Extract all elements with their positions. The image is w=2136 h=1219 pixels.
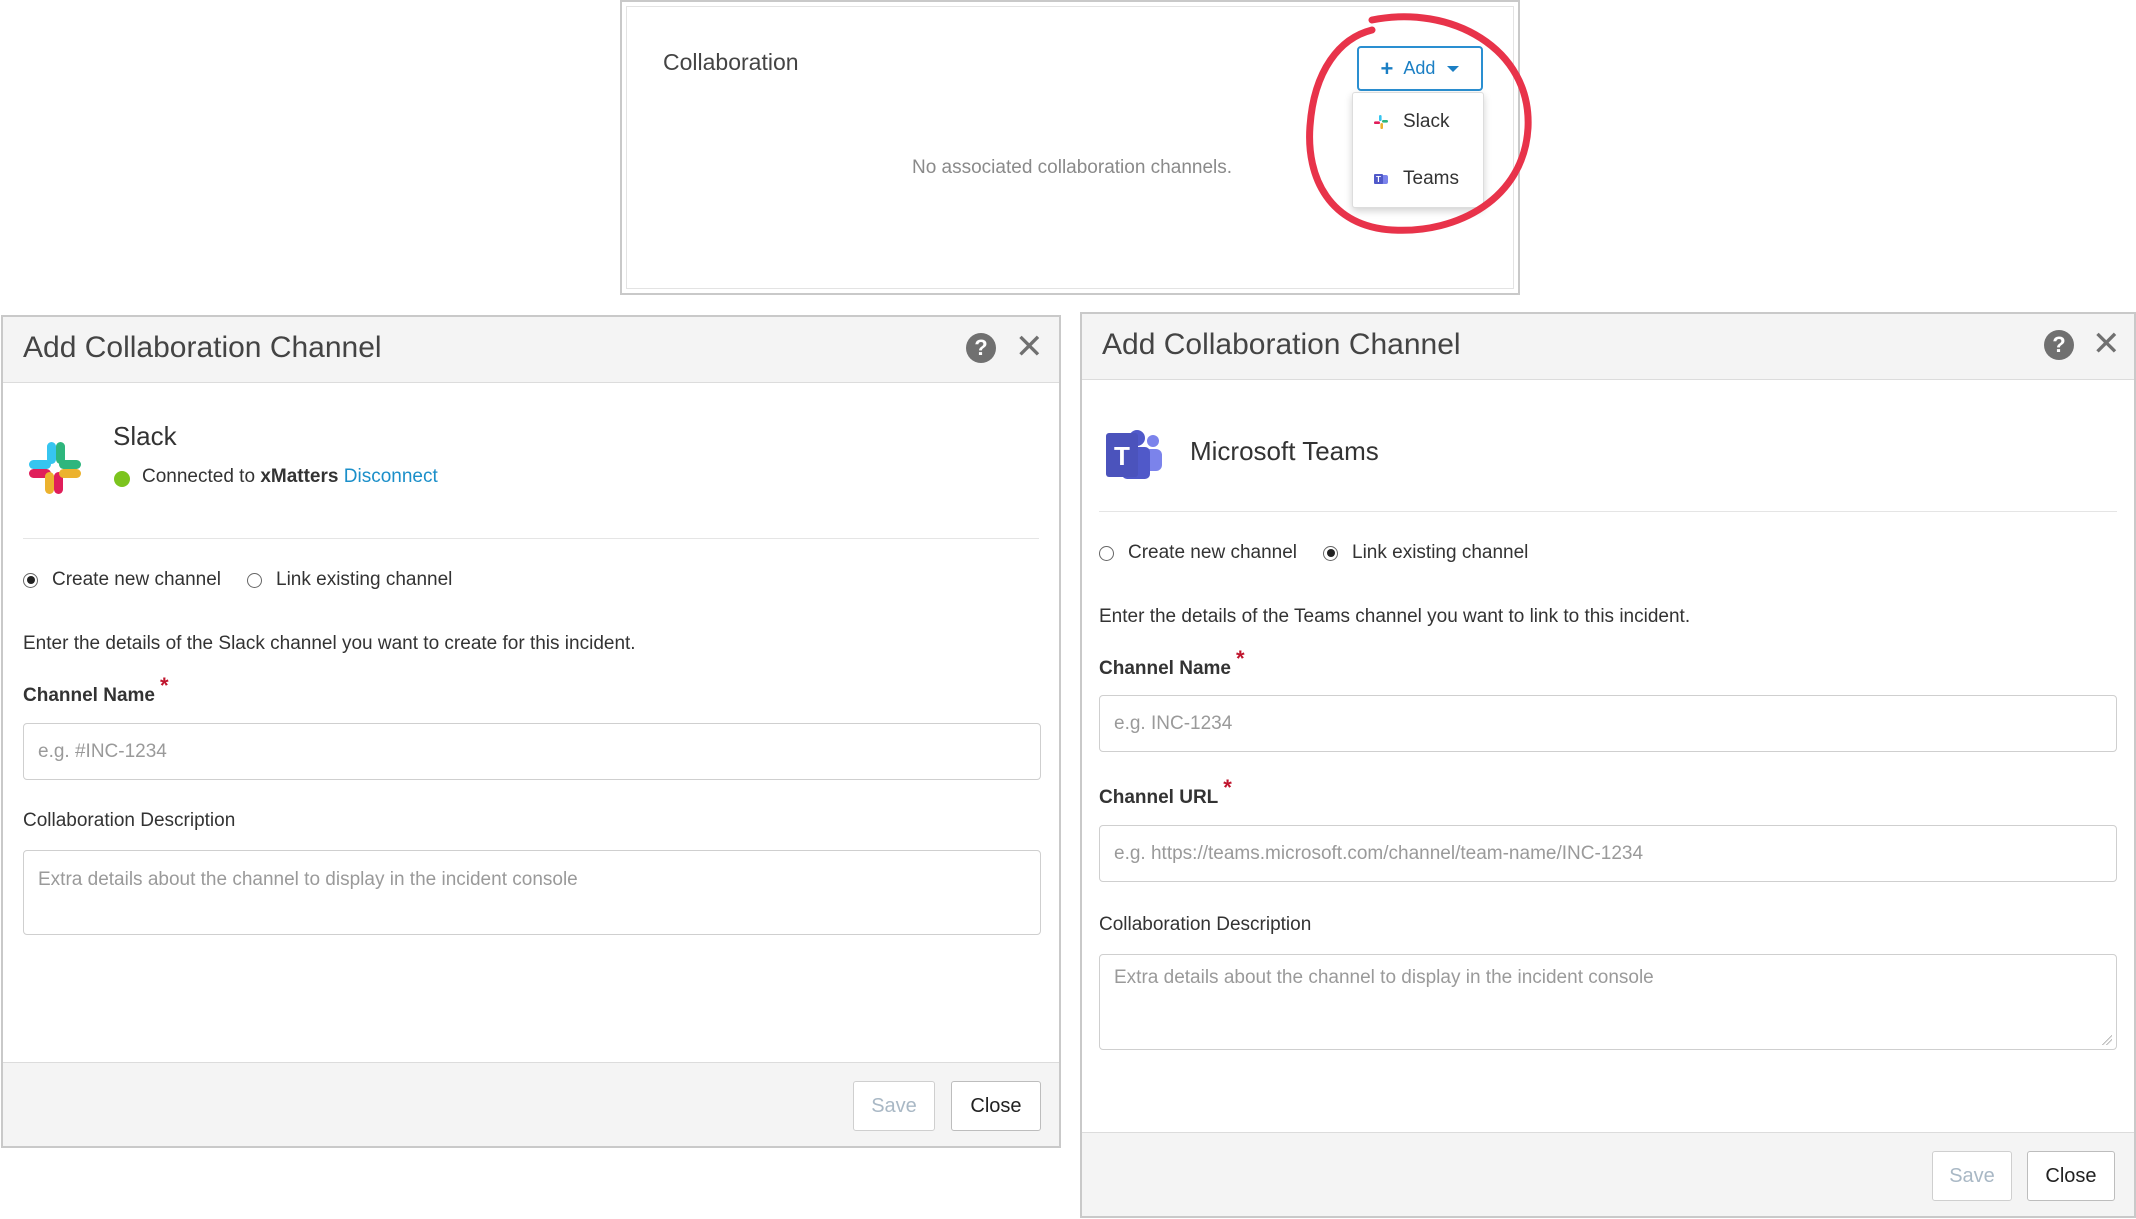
channel-url-input[interactable]: e.g. https://teams.microsoft.com/channel…	[1099, 825, 2117, 882]
resize-handle-icon[interactable]	[2102, 1035, 2112, 1045]
radio-button[interactable]	[1323, 545, 1338, 561]
channel-name-label: Channel Name *	[1099, 646, 1245, 680]
add-dropdown-menu: Slack T Teams	[1352, 92, 1484, 208]
dialog-footer: Save Close	[3, 1062, 1059, 1146]
channel-name-label: Channel Name *	[23, 673, 169, 707]
channel-name-label-text: Channel Name	[1099, 658, 1231, 679]
help-icon[interactable]: ?	[2044, 330, 2074, 360]
dialog-header: Add Collaboration Channel ? ✕	[1082, 314, 2134, 380]
description-placeholder: Extra details about the channel to displ…	[1114, 967, 1654, 988]
description-textarea[interactable]: Extra details about the channel to displ…	[1099, 954, 2117, 1050]
radio-button[interactable]	[23, 572, 38, 588]
channel-mode-radio-group: Create new channel Link existing channel	[1099, 542, 1554, 564]
app-name: Slack	[113, 421, 177, 451]
menu-item-teams[interactable]: T Teams	[1353, 157, 1483, 201]
required-asterisk: *	[159, 673, 169, 698]
section-divider	[1099, 511, 2117, 512]
add-button-label: Add	[1403, 58, 1436, 78]
radio-link-existing-channel[interactable]: Link existing channel	[1323, 542, 1528, 564]
channel-mode-radio-group: Create new channel Link existing channel	[23, 569, 478, 591]
channel-name-input[interactable]: e.g. #INC-1234	[23, 723, 1041, 780]
disconnect-link[interactable]: Disconnect	[344, 466, 438, 487]
radio-link-existing-channel[interactable]: Link existing channel	[247, 569, 452, 591]
description-label: Collaboration Description	[23, 810, 236, 831]
svg-text:T: T	[1114, 441, 1130, 471]
app-name: Microsoft Teams	[1190, 436, 1379, 466]
collaboration-panel: Collaboration No associated collaboratio…	[620, 0, 1520, 295]
section-divider	[23, 538, 1039, 539]
radio-label: Link existing channel	[276, 569, 453, 590]
close-button[interactable]: Close	[951, 1081, 1041, 1131]
dialog-title: Add Collaboration Channel	[23, 331, 382, 364]
description-textarea[interactable]: Extra details about the channel to displ…	[23, 850, 1041, 935]
svg-text:T: T	[1376, 175, 1381, 184]
required-asterisk: *	[1223, 775, 1232, 800]
help-icon[interactable]: ?	[966, 333, 996, 363]
save-button[interactable]: Save	[1932, 1151, 2012, 1201]
dialog-footer: Save Close	[1082, 1132, 2134, 1216]
status-account: xMatters	[260, 466, 339, 487]
slack-dialog: Add Collaboration Channel ? ✕ Slack Conn…	[1, 315, 1061, 1148]
slack-logo-icon	[29, 442, 81, 494]
instructions-text: Enter the details of the Teams channel y…	[1099, 606, 1691, 627]
radio-label: Create new channel	[52, 569, 221, 590]
menu-item-label: Teams	[1403, 168, 1459, 189]
close-button[interactable]: Close	[2027, 1151, 2115, 1201]
add-button[interactable]: + Add	[1357, 46, 1483, 91]
teams-logo-icon: T	[1106, 430, 1162, 479]
channel-name-label-text: Channel Name	[23, 685, 155, 706]
status-prefix: Connected to	[142, 466, 256, 487]
connection-status: Connected to xMatters Disconnect	[142, 466, 438, 488]
channel-name-input[interactable]: e.g. INC-1234	[1099, 695, 2117, 752]
collaboration-title: Collaboration	[663, 49, 799, 75]
save-button[interactable]: Save	[853, 1081, 935, 1131]
instructions-text: Enter the details of the Slack channel y…	[23, 633, 636, 654]
radio-label: Link existing channel	[1352, 542, 1529, 563]
menu-item-slack[interactable]: Slack	[1353, 100, 1483, 144]
radio-label: Create new channel	[1128, 542, 1297, 563]
dialog-title: Add Collaboration Channel	[1102, 328, 1461, 361]
connected-status-dot	[114, 471, 130, 487]
close-icon[interactable]: ✕	[1015, 330, 1044, 364]
plus-icon: +	[1380, 55, 1394, 81]
caret-down-icon	[1447, 65, 1460, 72]
channel-url-label: Channel URL *	[1099, 775, 1232, 809]
menu-item-label: Slack	[1403, 111, 1450, 132]
description-label: Collaboration Description	[1099, 914, 1312, 935]
slack-icon	[1374, 115, 1388, 129]
dialog-header: Add Collaboration Channel ? ✕	[3, 317, 1059, 383]
teams-icon: T	[1374, 174, 1388, 184]
close-icon[interactable]: ✕	[2092, 327, 2121, 361]
radio-create-new-channel[interactable]: Create new channel	[23, 569, 221, 591]
required-asterisk: *	[1235, 646, 1245, 671]
teams-dialog: Add Collaboration Channel ? ✕ T Microsof…	[1080, 312, 2136, 1218]
radio-button[interactable]	[1099, 545, 1114, 561]
radio-button[interactable]	[247, 572, 262, 588]
channel-url-label-text: Channel URL	[1099, 787, 1219, 808]
radio-create-new-channel[interactable]: Create new channel	[1099, 542, 1297, 564]
